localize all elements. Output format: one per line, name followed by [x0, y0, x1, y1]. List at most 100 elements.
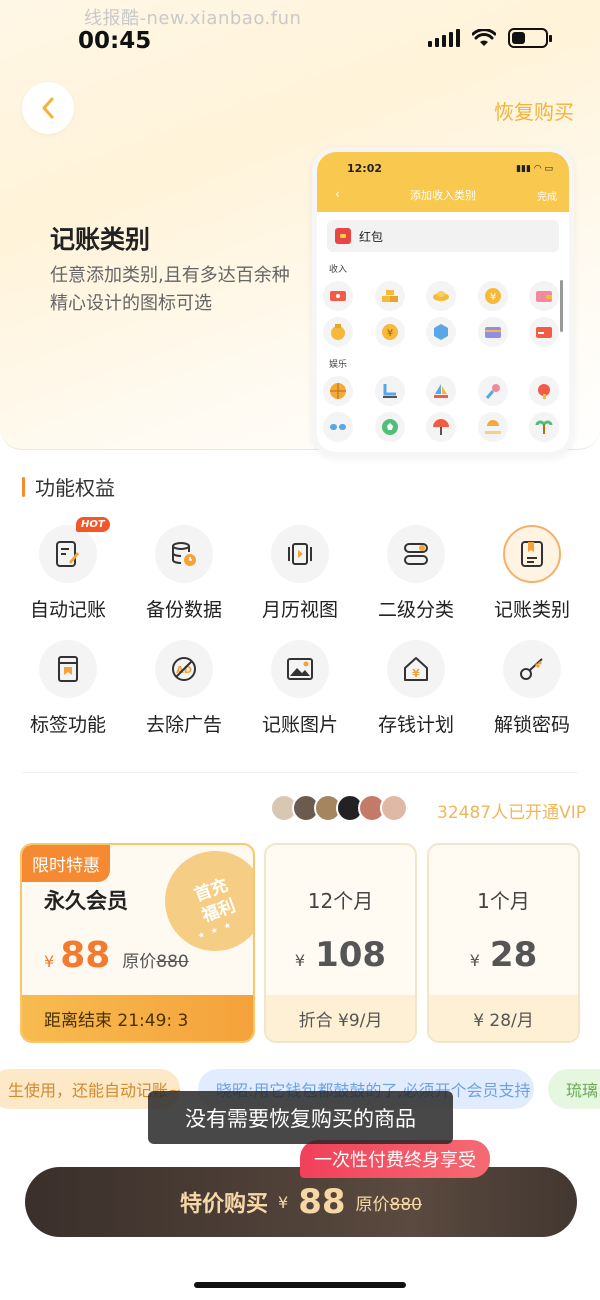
purchase-button[interactable]: 特价购买 ¥ 88 原价880 — [25, 1167, 577, 1237]
bookmark-tag-icon — [39, 640, 97, 698]
feature-label: 记账图片 — [261, 714, 338, 736]
svg-text:¥: ¥ — [386, 328, 392, 339]
hero-title: 记账类别 — [50, 225, 151, 254]
preview-icon-row — [317, 370, 569, 406]
original-price: 原价880 — [122, 952, 189, 972]
status-time: 00:45 — [78, 28, 152, 54]
purchase-price: 88 — [298, 1182, 346, 1222]
monthly-equivalent: ¥ 28/月 — [429, 995, 578, 1041]
feature-label: 解锁密码 — [493, 714, 570, 736]
lifetime-tag: 一次性付费终身享受 — [300, 1140, 490, 1178]
plan-card-lifetime[interactable]: 首充福利 ★ ★ ★ 限时特惠 永久会员 ¥ 88 原价880 距离结束 21:… — [20, 843, 255, 1043]
football-icon — [374, 412, 405, 442]
ping-pong-icon — [529, 376, 559, 406]
image-icon — [271, 640, 329, 698]
key-icon — [503, 640, 561, 698]
currency-symbol: ¥ — [44, 952, 55, 971]
preview-done: 完成 — [537, 192, 557, 203]
gold-ingot-icon — [426, 281, 456, 311]
plan-card-1-month[interactable]: 1个月 ¥ 28 ¥ 28/月 — [427, 843, 580, 1043]
wifi-icon — [472, 29, 496, 46]
chevron-left-icon — [42, 97, 54, 119]
status-icons — [428, 28, 552, 48]
preview-scrollbar — [560, 280, 563, 332]
phone-preview: 12:02 ▮▮▮ ◠ ▭ ‹ 添加收入类别 完成 红包 收入 ¥ ¥ 娱乐 — [312, 147, 574, 457]
feature-auto-record[interactable]: HOT 自动记账 — [10, 517, 126, 622]
monthly-equivalent: 折合 ¥9/月 — [266, 995, 415, 1041]
goggles-icon — [323, 412, 353, 442]
plan-price: ¥ 88 原价880 — [44, 935, 189, 976]
restore-purchase-button[interactable]: 恢复购买 — [494, 96, 574, 125]
vip-count: 32487人已开通VIP — [437, 803, 586, 823]
feature-category[interactable]: 记账类别 — [474, 525, 590, 622]
beach-umbrella-icon — [426, 412, 456, 442]
money-bag-icon — [323, 317, 353, 347]
purchase-label: 特价购买 — [180, 1192, 269, 1217]
feature-savings[interactable]: ¥ 存钱计划 — [358, 640, 474, 737]
backup-database-icon — [155, 525, 213, 583]
savings-house-icon: ¥ — [387, 640, 445, 698]
currency-symbol: ¥ — [469, 951, 480, 970]
preview-section-entertainment: 娱乐 — [329, 360, 348, 370]
price-value: 108 — [315, 935, 387, 975]
plan-name: 1个月 — [477, 889, 530, 913]
preview-icon-row: ¥ — [317, 311, 569, 347]
avatar — [380, 794, 408, 822]
beach-icon — [477, 412, 508, 442]
features-title: 功能权益 — [35, 476, 115, 500]
yen-coin-icon: ¥ — [477, 281, 508, 311]
preview-icon-row: ¥ — [317, 275, 569, 311]
credit-card-icon — [477, 317, 508, 347]
price-value: 28 — [489, 935, 538, 975]
cellular-signal-icon — [428, 29, 460, 47]
plan-price: ¥ 108 — [266, 935, 415, 975]
features-section-header: 功能权益 — [22, 472, 115, 501]
feature-tag[interactable]: 标签功能 — [10, 640, 126, 737]
calendar-view-icon — [271, 525, 329, 583]
feature-remove-ads[interactable]: AD 去除广告 — [126, 640, 242, 737]
chart-hexagon-icon — [426, 317, 456, 347]
preview-time: 12:02 — [347, 162, 383, 175]
home-indicator[interactable] — [194, 1282, 406, 1288]
gold-bars-icon — [374, 281, 405, 311]
sailboat-icon — [426, 376, 456, 406]
subcategory-icon — [387, 525, 445, 583]
feature-backup[interactable]: 备份数据 — [126, 525, 242, 622]
feature-label: 记账类别 — [493, 599, 570, 621]
yen-medal-icon: ¥ — [374, 317, 405, 347]
section-accent-bar — [22, 476, 25, 497]
feature-calendar[interactable]: 月历视图 — [242, 525, 358, 622]
feature-label: 月历视图 — [261, 599, 338, 621]
ticket-icon — [323, 281, 353, 311]
plan-card-12-months[interactable]: 12个月 ¥ 108 折合 ¥9/月 — [264, 843, 417, 1043]
feature-unlock-password[interactable]: 解锁密码 — [474, 640, 590, 737]
plan-name: 永久会员 — [44, 889, 128, 913]
wallet-icon — [529, 281, 559, 311]
back-button[interactable] — [22, 82, 74, 134]
badge-text: 首充福利 — [191, 875, 239, 927]
battery-icon — [508, 28, 552, 48]
basketball-icon — [323, 376, 353, 406]
features-grid: HOT 自动记账 备份数据 月历视图 二级分类 记账类别 标签功能 AD 去除广… — [10, 517, 590, 737]
hot-badge: HOT — [76, 517, 110, 532]
preview-header: 12:02 ▮▮▮ ◠ ▭ ‹ 添加收入类别 完成 — [317, 152, 569, 212]
plan-name: 12个月 — [307, 889, 374, 913]
hero-description: 任意添加类别,且有多达百余种精心设计的图标可选 — [50, 265, 290, 314]
preview-status-icons: ▮▮▮ ◠ ▭ — [516, 164, 553, 174]
palm-tree-icon — [529, 412, 559, 442]
feature-subcategory[interactable]: 二级分类 — [358, 525, 474, 622]
preview-title: 添加收入类别 — [410, 189, 476, 202]
card-red-icon — [529, 317, 559, 347]
feature-label: 存钱计划 — [377, 714, 454, 736]
preview-input-value: 红包 — [359, 229, 384, 244]
feature-label: 自动记账 — [29, 599, 106, 621]
feature-label: 去除广告 — [145, 714, 222, 736]
review-bubble: 琉璃: — [548, 1069, 600, 1109]
red-envelope-icon — [335, 228, 351, 244]
ad-remove-icon: AD — [155, 640, 213, 698]
currency-symbol: ¥ — [278, 1192, 289, 1212]
auto-record-icon — [39, 525, 97, 583]
svg-text:¥: ¥ — [489, 292, 495, 303]
feature-image[interactable]: 记账图片 — [242, 640, 358, 737]
feature-label: 二级分类 — [377, 599, 454, 621]
